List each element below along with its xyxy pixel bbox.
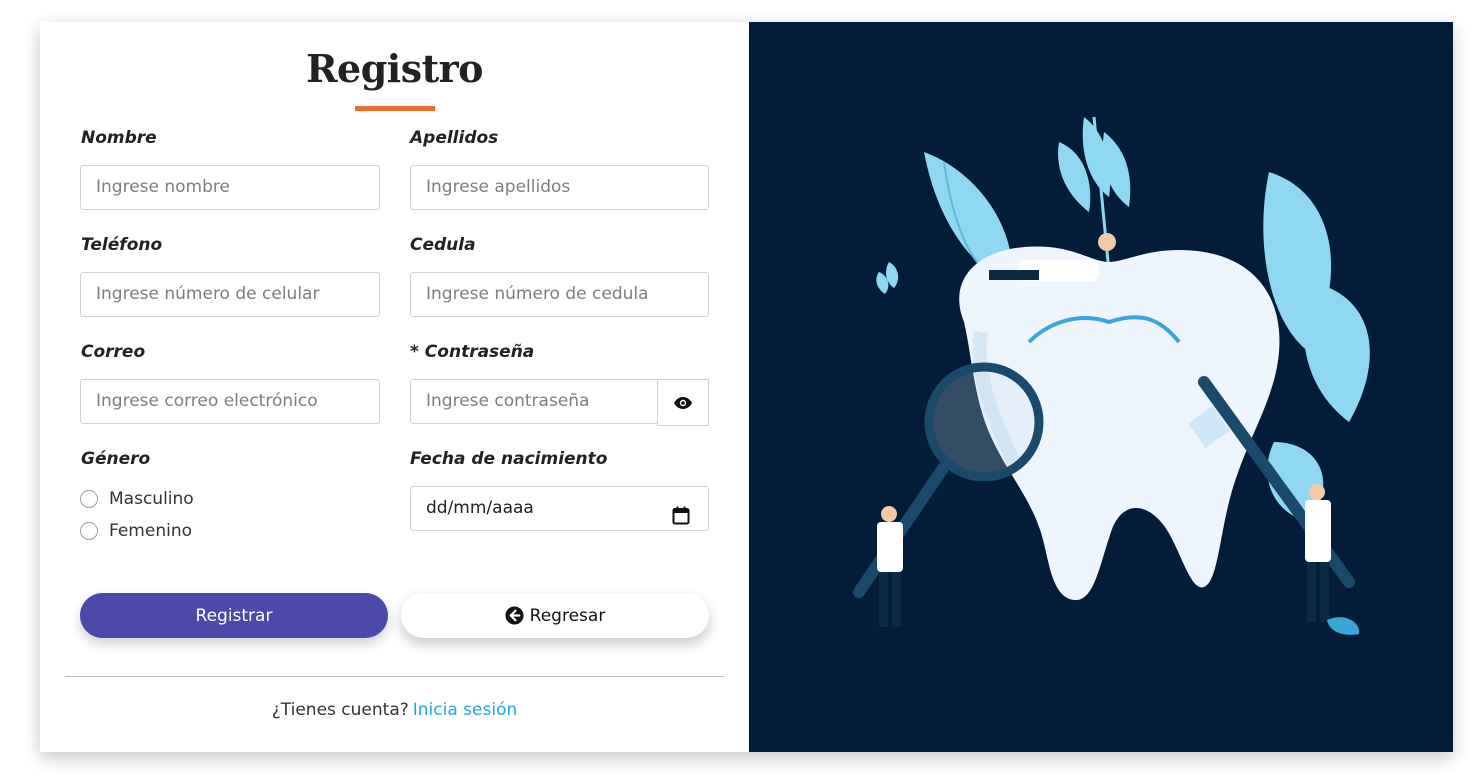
cedula-input[interactable]: Ingrese número de cedula — [410, 272, 709, 317]
correo-input[interactable]: Ingrese correo electrónico — [80, 379, 380, 424]
cedula-label: Cedula — [410, 235, 476, 255]
fecha-placeholder: dd/mm/aaaa — [426, 498, 534, 518]
radio-masculino[interactable]: Masculino — [80, 489, 194, 509]
telefono-input[interactable]: Ingrese número de celular — [80, 272, 380, 317]
arrow-left-circle-icon — [505, 606, 524, 625]
apellidos-label: Apellidos — [410, 128, 499, 148]
genero-label: Género — [81, 449, 151, 469]
title-accent-bar — [355, 106, 435, 111]
page-title: Registro — [305, 46, 484, 91]
register-card: Registro Nombre Ingrese nombre Apellidos… — [40, 22, 1453, 752]
tooth-illustration — [853, 116, 1370, 635]
login-link[interactable]: Inicia sesión — [413, 700, 517, 720]
footer-divider — [65, 676, 724, 677]
radio-femenino-label: Femenino — [109, 521, 192, 541]
nombre-input[interactable]: Ingrese nombre — [80, 165, 380, 210]
correo-label: Correo — [81, 342, 146, 362]
login-question: ¿Tienes cuenta? — [271, 700, 409, 720]
radio-circle[interactable] — [80, 522, 98, 540]
radio-femenino[interactable]: Femenino — [80, 521, 192, 541]
contrasena-label: * Contraseña — [410, 342, 535, 362]
password-toggle-button[interactable] — [657, 379, 709, 426]
login-prompt: ¿Tienes cuenta? Inicia sesión — [40, 700, 749, 720]
register-button[interactable]: Registrar — [80, 593, 388, 638]
radio-masculino-label: Masculino — [109, 489, 194, 509]
calendar-icon[interactable] — [672, 499, 690, 530]
fecha-label: Fecha de nacimiento — [410, 449, 608, 469]
telefono-label: Teléfono — [81, 235, 163, 255]
radio-circle[interactable] — [80, 490, 98, 508]
apellidos-input[interactable]: Ingrese apellidos — [410, 165, 709, 210]
dental-illustration — [749, 22, 1453, 752]
nombre-label: Nombre — [81, 128, 157, 148]
back-button-label: Regresar — [529, 605, 606, 626]
contrasena-input[interactable]: Ingrese contraseña — [410, 379, 658, 424]
register-form: Registro Nombre Ingrese nombre Apellidos… — [40, 22, 749, 752]
eye-icon — [673, 396, 693, 410]
back-button[interactable]: Regresar — [401, 593, 709, 638]
fecha-input[interactable]: dd/mm/aaaa — [410, 486, 709, 531]
